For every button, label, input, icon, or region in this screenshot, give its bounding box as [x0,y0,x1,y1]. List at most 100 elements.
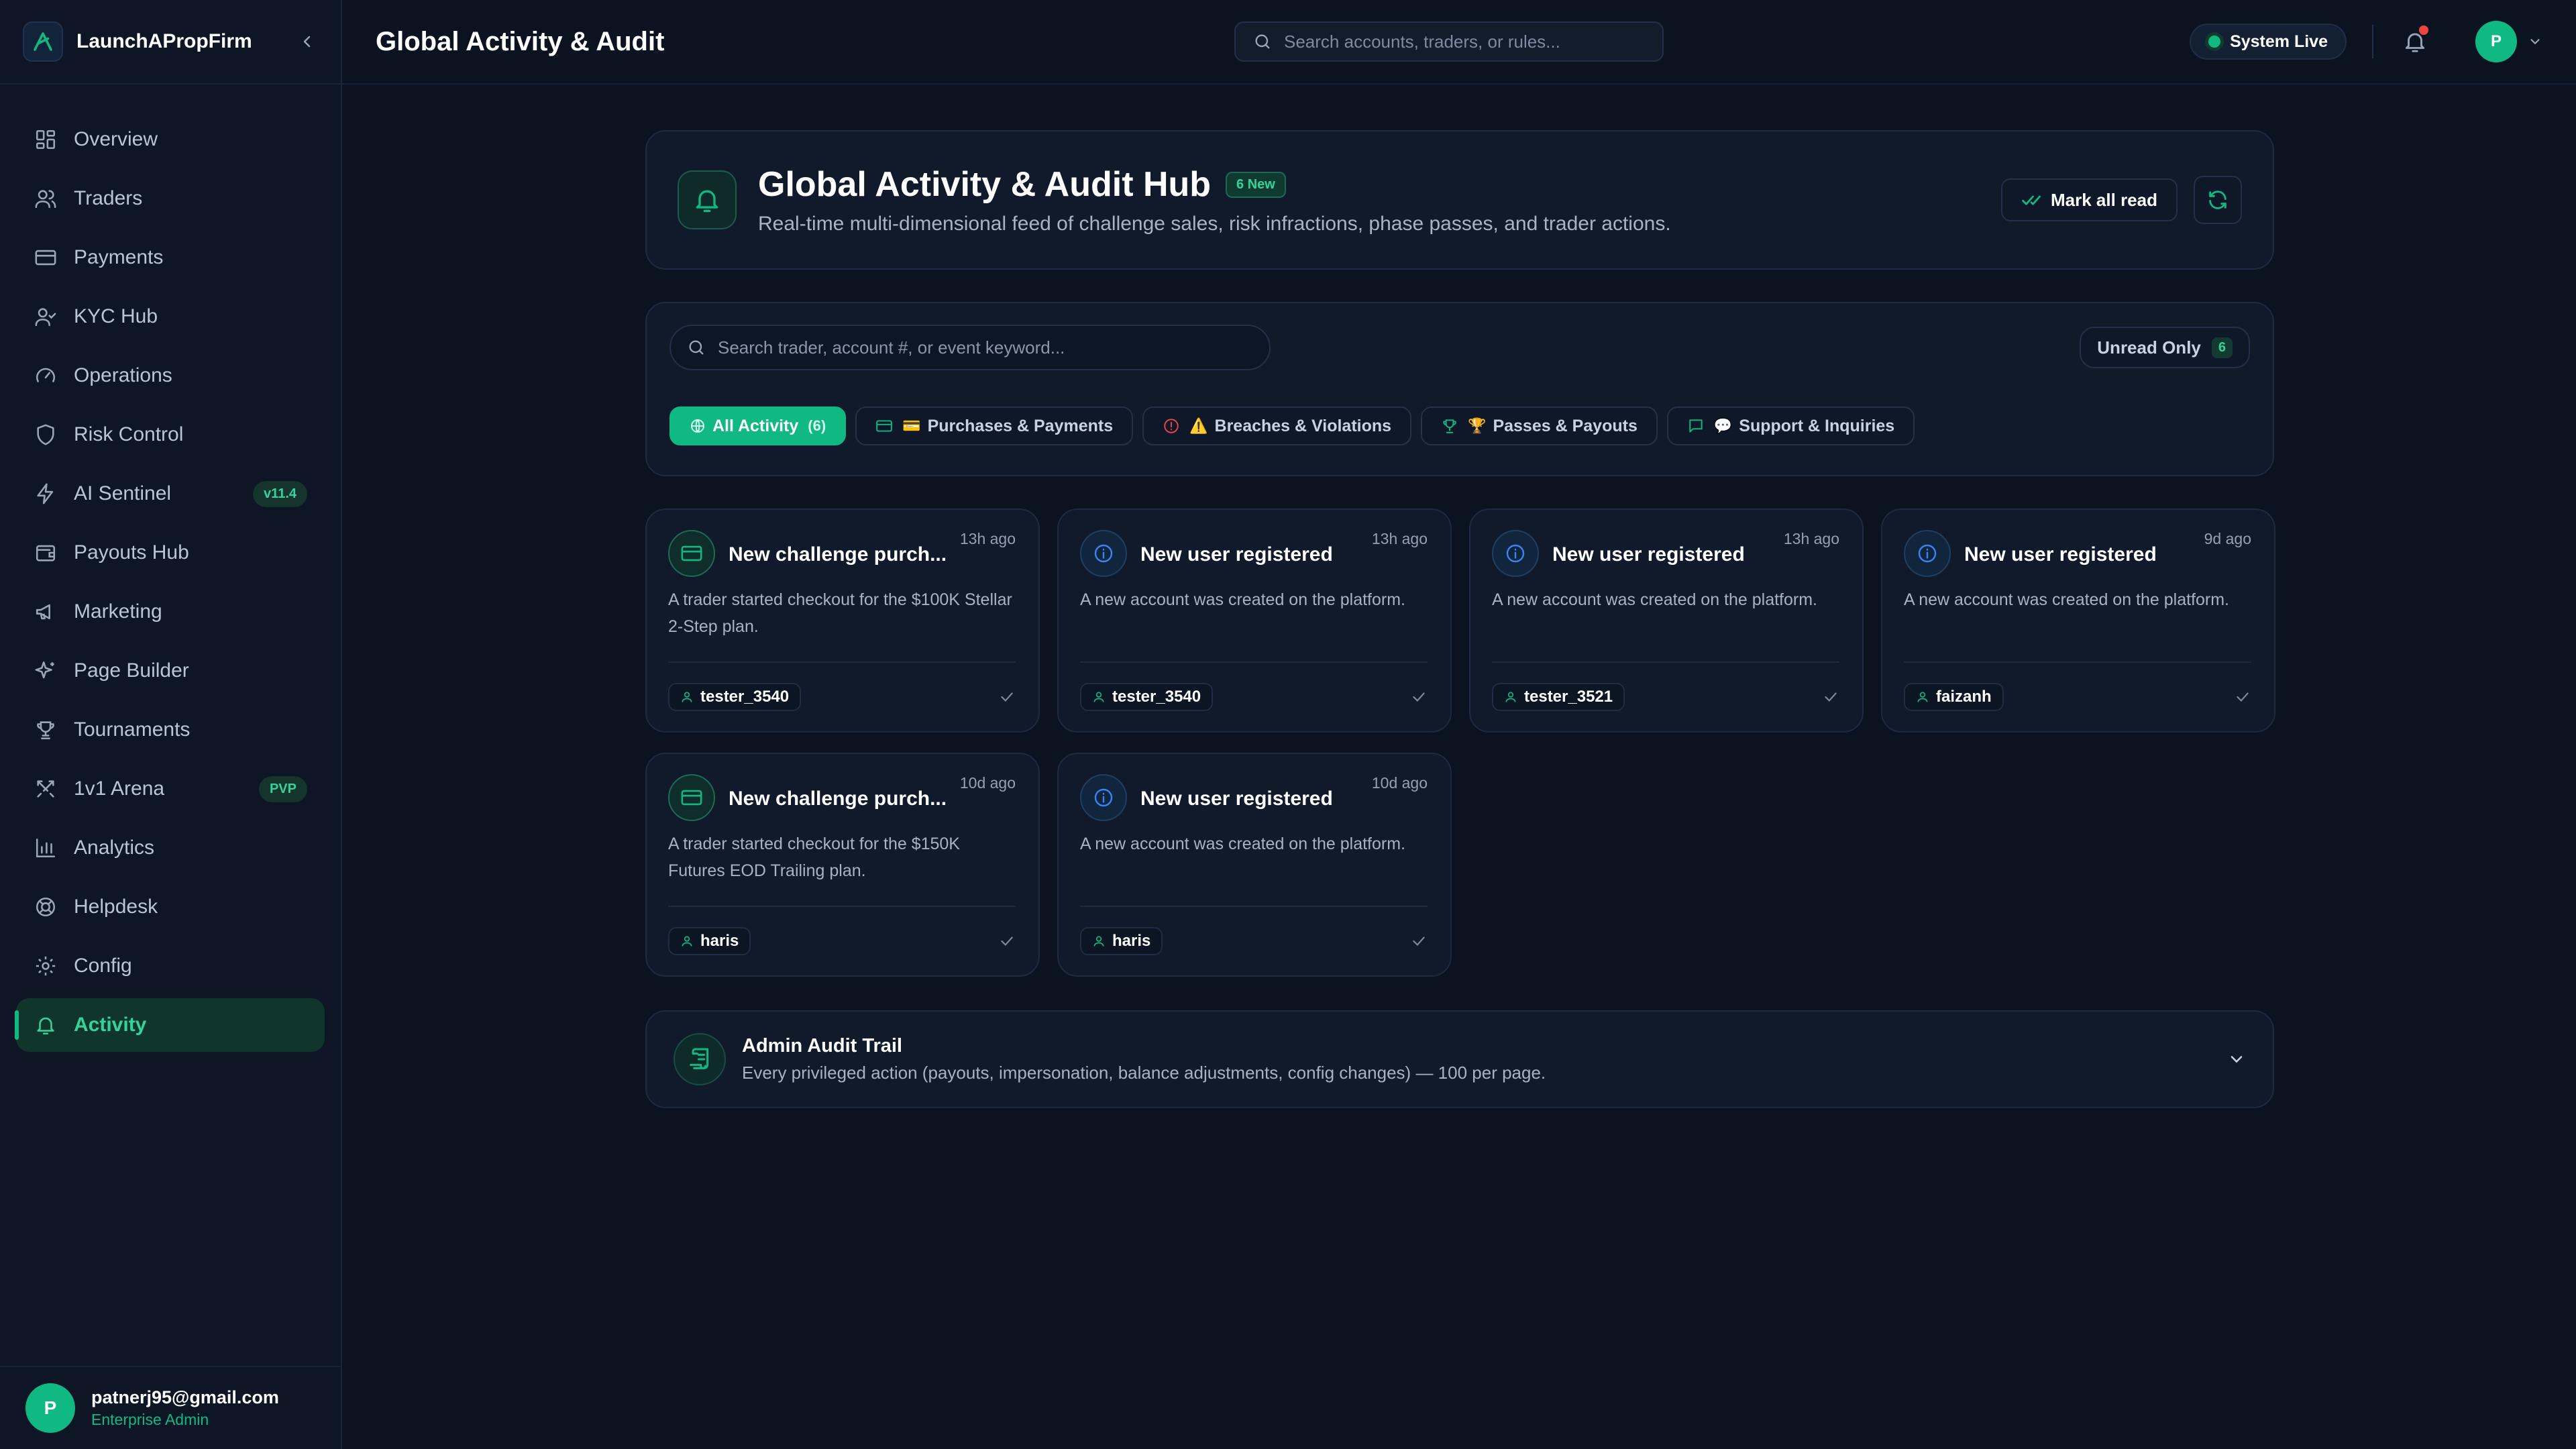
user-chip[interactable]: haris [1080,927,1163,955]
check-icon [1825,692,1837,702]
sparkles-icon [32,657,59,684]
user-chip[interactable]: tester_3540 [1080,683,1214,711]
card-description: A new account was created on the platfor… [1080,835,1405,853]
sidebar-item-payments[interactable]: Payments [16,231,325,284]
sidebar-item-1v1-arena[interactable]: 1v1 Arena PVP [16,762,325,816]
card-time: 9d ago [2204,530,2251,547]
warning-emoji-icon: ⚠️ [1189,417,1208,434]
sidebar-item-helpdesk[interactable]: Helpdesk [16,880,325,934]
card-description: A trader started checkout for the $100K … [668,590,1012,636]
sidebar-item-traders[interactable]: Traders [16,172,325,225]
filter-chip-breaches[interactable]: ⚠️ Breaches & Violations [1142,407,1412,445]
sidebar-item-label: Page Builder [74,659,189,682]
sidebar-item-label: Traders [74,187,143,209]
sidebar-item-marketing[interactable]: Marketing [16,585,325,639]
topbar: Global Activity & Audit Search accounts,… [342,0,2576,85]
mark-read-button[interactable] [1822,688,1839,706]
message-square-icon [1689,419,1703,433]
check-icon [1001,692,1013,702]
user-chip-label: tester_3521 [1524,688,1613,706]
filter-chip-all-activity[interactable]: All Activity (6) [669,407,847,445]
card-title: New user registered [1140,543,1333,566]
audit-title: Admin Audit Trail [742,1035,902,1057]
user-chip[interactable]: haris [668,927,751,955]
mark-read-button[interactable] [2234,688,2251,706]
sidebar-item-label: Analytics [74,837,155,859]
mark-all-read-button[interactable]: Mark all read [2001,178,2178,221]
credit-card-icon [668,774,715,821]
user-chip-label: faizanh [1936,688,1992,706]
sidebar-item-page-builder[interactable]: Page Builder [16,644,325,698]
sidebar-item-activity[interactable]: Activity [15,998,325,1052]
audit-subtitle: Every privileged action (payouts, impers… [742,1063,1546,1083]
refresh-button[interactable] [2194,176,2242,224]
trophy-emoji-icon: 🏆 [1468,417,1487,434]
sidebar-item-tournaments[interactable]: Tournaments [16,703,325,757]
sidebar-item-label: Payments [74,246,164,268]
user-chip-label: haris [1112,932,1151,950]
sidebar-item-overview[interactable]: Overview [16,113,325,166]
activity-card[interactable]: New challenge purch... 10d ago A trader … [645,753,1040,977]
brand: LaunchAPropFirm [0,0,341,85]
user-icon [1093,936,1104,947]
card-title: New user registered [1140,788,1333,810]
brand-logo[interactable] [23,21,63,62]
filter-chip-support[interactable]: 💬 Support & Inquiries [1666,407,1915,445]
user-icon [682,936,692,947]
gear-icon [32,953,59,979]
globe-icon [691,419,704,433]
search-icon [1255,34,1270,49]
collapse-sidebar-button[interactable] [294,28,321,55]
filter-chip-passes[interactable]: 🏆 Passes & Payouts [1421,407,1658,445]
sidebar-item-payouts-hub[interactable]: Payouts Hub [16,526,325,580]
user-card[interactable]: P patnerj95@gmail.com Enterprise Admin [0,1366,342,1449]
chip-label: Purchases & Payments [927,416,1114,435]
pvp-badge: PVP [258,775,307,802]
user-chip-label: tester_3540 [1112,688,1201,706]
mark-read-button[interactable] [1410,688,1428,706]
sidebar-item-label: Risk Control [74,423,184,445]
activity-card[interactable]: New user registered 13h ago A new accoun… [1469,508,1864,733]
admin-audit-trail-panel[interactable]: Admin Audit Trail Every privileged actio… [645,1010,2274,1108]
sidebar-item-kyc-hub[interactable]: KYC Hub [16,290,325,343]
chevron-down-icon [2530,39,2540,45]
hero-panel: Global Activity & Audit Hub 6 New Real-t… [645,130,2274,270]
avatar[interactable]: P [2475,21,2517,62]
unread-only-toggle[interactable]: Unread Only 6 [2080,327,2250,368]
expand-audit-toggle[interactable] [2227,1050,2246,1069]
user-chip[interactable]: tester_3540 [668,683,802,711]
mark-read-button[interactable] [998,932,1016,950]
users-icon [32,185,59,212]
account-menu-toggle[interactable] [2528,34,2542,49]
mark-read-button[interactable] [998,688,1016,706]
sidebar-item-ai-sentinel[interactable]: AI Sentinel v11.4 [16,467,325,521]
user-chip[interactable]: faizanh [1904,683,2004,711]
sidebar-item-analytics[interactable]: Analytics [16,821,325,875]
gauge-icon [32,362,59,389]
shield-icon [32,421,59,448]
unread-label: Unread Only [2097,337,2201,358]
mark-read-button[interactable] [1410,932,1428,950]
filter-chip-purchases[interactable]: 💳 Purchases & Payments [855,407,1134,445]
sidebar-item-risk-control[interactable]: Risk Control [16,408,325,462]
bell-icon [678,170,737,229]
activity-card[interactable]: New user registered 10d ago A new accoun… [1057,753,1452,977]
notifications-button[interactable] [2399,25,2431,58]
feed-search-input[interactable]: Search trader, account #, or event keywo… [669,325,1271,370]
system-status-badge: System Live [2190,23,2347,60]
activity-card[interactable]: New user registered 13h ago A new accoun… [1057,508,1452,733]
user-chip[interactable]: tester_3521 [1492,683,1625,711]
activity-feed: New challenge purch... 13h ago A trader … [645,508,2275,977]
sidebar-item-operations[interactable]: Operations [16,349,325,402]
card-emoji-icon: 💳 [902,417,921,434]
sidebar-item-label: Activity [74,1014,147,1036]
sidebar-item-config[interactable]: Config [16,939,325,993]
bar-chart-icon [32,835,59,861]
card-description: A new account was created on the platfor… [1904,590,2229,609]
info-icon [1080,774,1127,821]
activity-card[interactable]: New user registered 9d ago A new account… [1881,508,2275,733]
hero-subtitle: Real-time multi-dimensional feed of chal… [758,213,1671,235]
global-search-input[interactable]: Search accounts, traders, or rules... [1234,21,1664,62]
unread-count-badge: 6 [2211,337,2233,358]
activity-card[interactable]: New challenge purch... 13h ago A trader … [645,508,1040,733]
